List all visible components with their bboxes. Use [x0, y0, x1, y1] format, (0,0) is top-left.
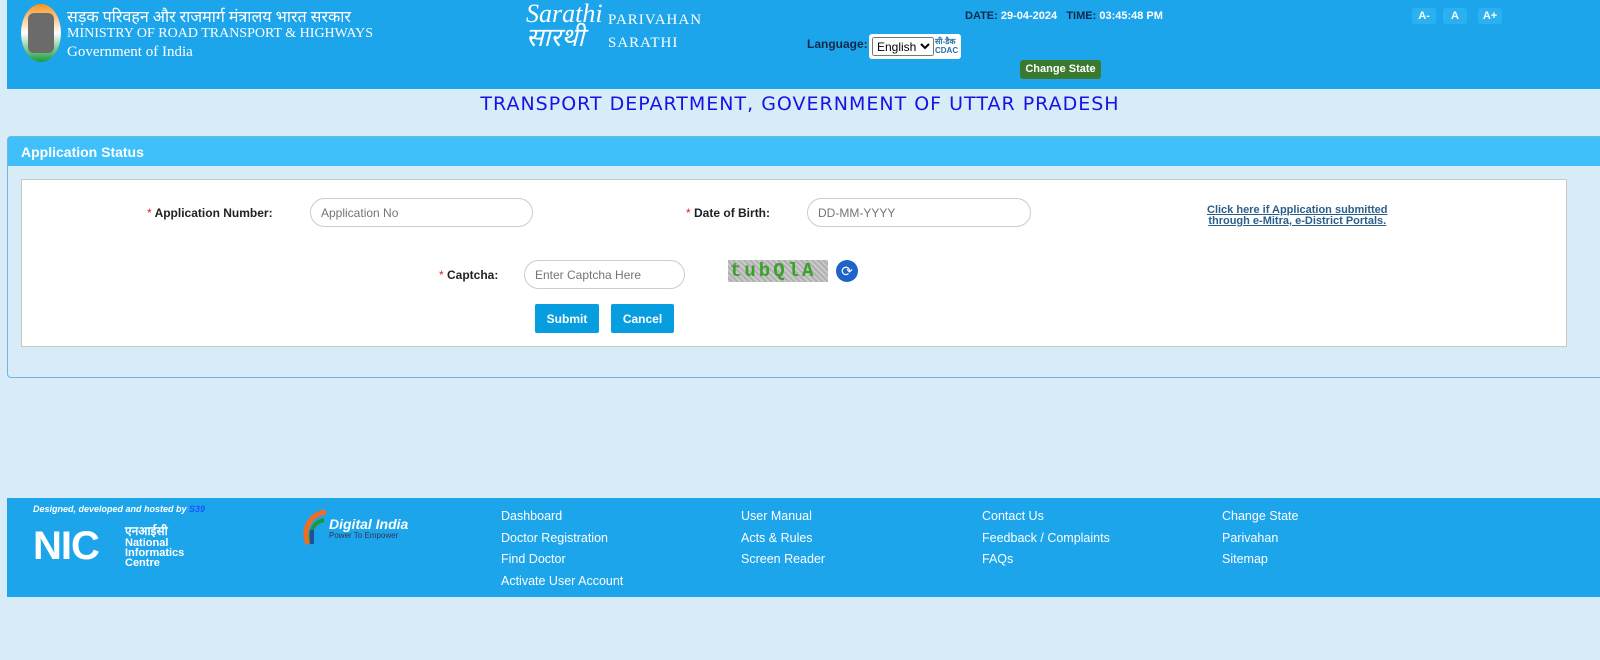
cdac-logo: सी-डैक CDAC — [935, 37, 959, 55]
panel-title: Application Status — [8, 137, 1600, 166]
application-status-panel: Application Status * Application Number:… — [7, 136, 1600, 378]
footer-link-doctor-registration[interactable]: Doctor Registration — [501, 528, 623, 550]
captcha-label: * Captcha: — [439, 268, 499, 282]
form-box: * Application Number: * Date of Birth: C… — [21, 179, 1567, 347]
datetime: DATE: 29-04-2024 TIME: 03:45:48 PM — [965, 10, 1163, 22]
dob-label: * Date of Birth: — [686, 206, 771, 220]
footer-column-1: Dashboard Doctor Registration Find Docto… — [501, 506, 623, 592]
designer-link[interactable]: S39 — [189, 504, 205, 514]
national-emblem-logo — [21, 4, 61, 62]
footer-link-parivahan[interactable]: Parivahan — [1222, 528, 1298, 550]
footer-link-change-state[interactable]: Change State — [1222, 506, 1298, 528]
footer-link-faqs[interactable]: FAQs — [982, 549, 1110, 571]
change-state-button[interactable]: Change State — [1020, 60, 1101, 79]
ministry-hindi: सड़क परिवहन और राजमार्ग मंत्रालय भारत सर… — [67, 9, 351, 26]
header: सड़क परिवहन और राजमार्ग मंत्रालय भारत सर… — [7, 0, 1600, 89]
font-decrease-button[interactable]: A- — [1412, 8, 1436, 24]
application-number-input[interactable] — [310, 198, 533, 227]
footer: Designed, developed and hosted by S39 NI… — [7, 498, 1600, 597]
font-increase-button[interactable]: A+ — [1478, 8, 1502, 24]
submit-button[interactable]: Submit — [535, 304, 599, 333]
nic-text: एनआईसी National Informatics Centre — [125, 524, 185, 569]
emitra-link[interactable]: Click here if Application submitted throu… — [1207, 205, 1388, 227]
government-text: Government of India — [67, 44, 193, 60]
footer-link-acts-rules[interactable]: Acts & Rules — [741, 528, 825, 550]
footer-column-3: Contact Us Feedback / Complaints FAQs — [982, 506, 1110, 571]
footer-link-find-doctor[interactable]: Find Doctor — [501, 549, 623, 571]
department-title: TRANSPORT DEPARTMENT, GOVERNMENT OF UTTA… — [480, 93, 1120, 115]
footer-link-screen-reader[interactable]: Screen Reader — [741, 549, 825, 571]
sarathi-logo: Sarathi सारथी — [526, 0, 603, 52]
digital-india-text: Digital India Power To Empower — [329, 516, 409, 540]
captcha-image: tubQlA — [728, 260, 828, 282]
dob-input[interactable] — [807, 198, 1031, 227]
cancel-button[interactable]: Cancel — [611, 304, 674, 333]
footer-link-dashboard[interactable]: Dashboard — [501, 506, 623, 528]
language-label: Language: — [807, 37, 868, 51]
footer-column-4: Change State Parivahan Sitemap — [1222, 506, 1298, 571]
font-normal-button[interactable]: A — [1443, 8, 1467, 24]
footer-link-sitemap[interactable]: Sitemap — [1222, 549, 1298, 571]
language-select[interactable]: English — [872, 37, 934, 56]
refresh-captcha-icon[interactable]: ⟳ — [836, 260, 858, 282]
footer-link-activate-account[interactable]: Activate User Account — [501, 571, 623, 593]
parivahan-text: PARIVAHAN — [608, 12, 703, 28]
footer-link-feedback[interactable]: Feedback / Complaints — [982, 528, 1110, 550]
sarathi-text: SARATHI — [608, 35, 679, 51]
footer-link-contact-us[interactable]: Contact Us — [982, 506, 1110, 528]
footer-column-2: User Manual Acts & Rules Screen Reader — [741, 506, 825, 571]
nic-logo: NIC — [33, 524, 100, 568]
designed-by-text: Designed, developed and hosted by S39 — [33, 504, 206, 514]
application-number-label: * Application Number: — [147, 206, 273, 220]
ministry-name: MINISTRY OF ROAD TRANSPORT & HIGHWAYS — [67, 26, 374, 41]
footer-link-user-manual[interactable]: User Manual — [741, 506, 825, 528]
captcha-input[interactable] — [524, 260, 685, 289]
